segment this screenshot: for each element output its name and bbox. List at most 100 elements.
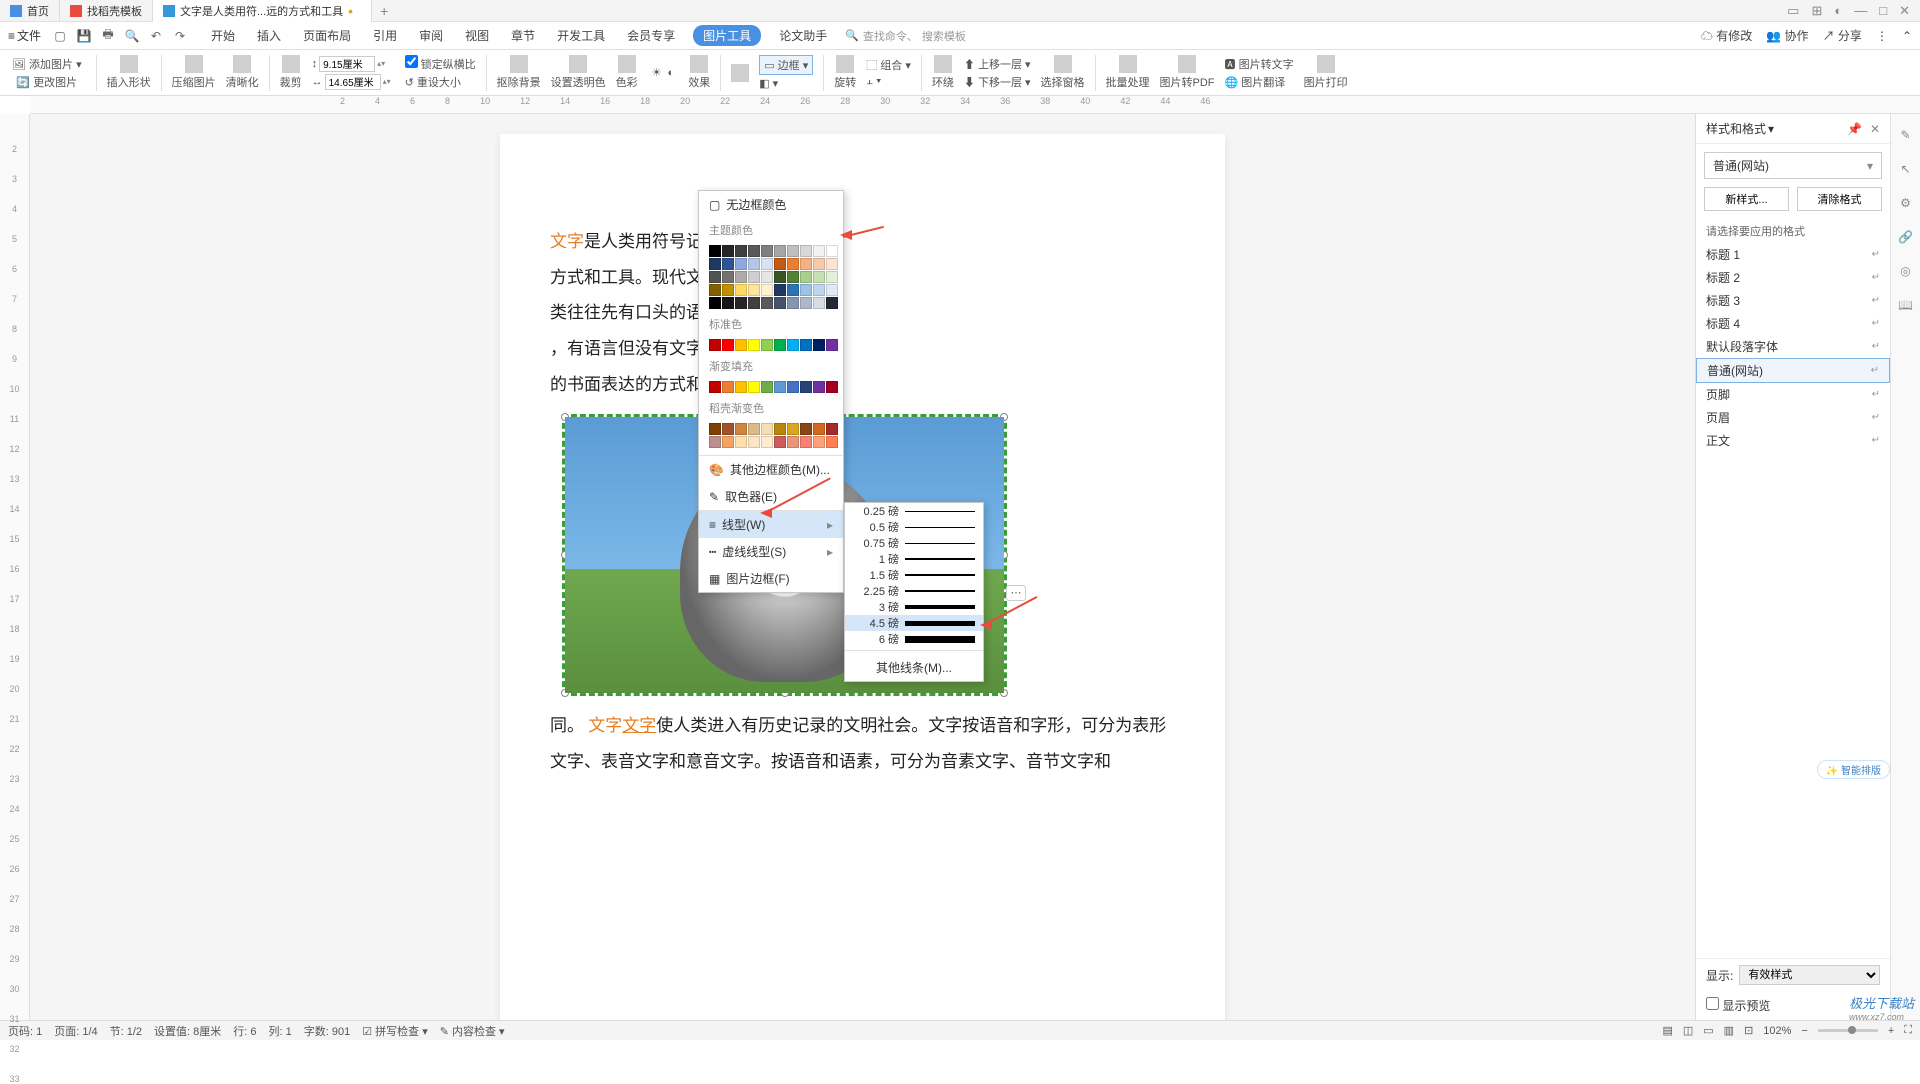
fullscreen-icon[interactable]: ⛶: [1904, 1024, 1912, 1037]
document-area[interactable]: 文字是人类用符号记录表达 方式和工具。现代文字大多是记 类往往先有口头的语言后产…: [30, 114, 1695, 1020]
color-swatch[interactable]: [709, 258, 721, 270]
color-swatch[interactable]: [826, 339, 838, 351]
color-swatch[interactable]: [761, 284, 773, 296]
more-icon[interactable]: ⋮: [1876, 29, 1888, 43]
weight-option[interactable]: 1.5 磅: [845, 567, 983, 583]
tab-templates[interactable]: 找稻壳模板: [60, 0, 153, 22]
weight-option[interactable]: 0.25 磅: [845, 503, 983, 519]
style-item[interactable]: 普通(网站)↵: [1696, 358, 1890, 383]
change-image-button[interactable]: 🔄 更改图片: [16, 74, 77, 90]
reset-size-button[interactable]: ↺ 重设大小: [405, 74, 476, 90]
link-icon[interactable]: 🔗: [1897, 228, 1915, 246]
status-page[interactable]: 页码: 1: [8, 1023, 42, 1039]
zoom-slider[interactable]: [1818, 1029, 1878, 1032]
effect-button[interactable]: 效果: [688, 55, 710, 90]
new-style-button[interactable]: 新样式...: [1704, 187, 1789, 211]
close-icon[interactable]: ✕: [1899, 3, 1910, 19]
pic-border-item[interactable]: ▦图片边框(F): [699, 565, 843, 592]
weight-option[interactable]: 1 磅: [845, 551, 983, 567]
view-read-icon[interactable]: ▥: [1724, 1024, 1734, 1037]
color-swatch[interactable]: [748, 245, 760, 257]
width-spinner[interactable]: ▴▾: [383, 77, 395, 86]
lock-ratio-checkbox[interactable]: 锁定纵横比: [405, 55, 476, 72]
color-swatch[interactable]: [787, 381, 799, 393]
color-swatch[interactable]: [735, 245, 747, 257]
color-swatch[interactable]: [800, 284, 812, 296]
transparency-button[interactable]: 设置透明色: [551, 55, 606, 90]
style-item[interactable]: 默认段落字体↵: [1696, 335, 1890, 358]
rotate-button[interactable]: 旋转: [834, 55, 856, 90]
insert-shape-button[interactable]: 插入形状: [107, 55, 151, 90]
color-swatch[interactable]: [761, 297, 773, 309]
color-swatch[interactable]: [709, 297, 721, 309]
zoom-value[interactable]: 102%: [1763, 1025, 1791, 1037]
pic-print-button[interactable]: 图片打印: [1304, 55, 1348, 90]
batch-button[interactable]: 批量处理: [1106, 55, 1150, 90]
settings-icon[interactable]: ⚙: [1897, 194, 1915, 212]
color-swatch[interactable]: [748, 436, 760, 448]
pencil-icon[interactable]: ✎: [1897, 126, 1915, 144]
color-swatch[interactable]: [813, 381, 825, 393]
color-swatch[interactable]: [709, 423, 721, 435]
color-swatch[interactable]: [826, 245, 838, 257]
color-swatch[interactable]: [774, 381, 786, 393]
color-swatch[interactable]: [826, 271, 838, 283]
color-swatch[interactable]: [722, 245, 734, 257]
grid-icon[interactable]: ⊞: [1811, 3, 1822, 19]
menu-paper[interactable]: 论文助手: [775, 25, 831, 46]
color-swatch[interactable]: [709, 271, 721, 283]
color-swatch[interactable]: [735, 436, 747, 448]
color-swatch[interactable]: [748, 423, 760, 435]
minimize-icon[interactable]: —: [1854, 3, 1867, 19]
weight-option[interactable]: 6 磅: [845, 631, 983, 647]
color-swatch[interactable]: [813, 284, 825, 296]
color-swatch[interactable]: [761, 423, 773, 435]
tab-document[interactable]: 文字是人类用符...远的方式和工具•: [153, 0, 372, 22]
style-item[interactable]: 标题 4↵: [1696, 312, 1890, 335]
color-swatch[interactable]: [722, 423, 734, 435]
menu-ref[interactable]: 引用: [369, 25, 401, 46]
color-swatch[interactable]: [722, 258, 734, 270]
menu-picture-tools[interactable]: 图片工具: [693, 25, 761, 46]
view-web-icon[interactable]: ▭: [1703, 1024, 1713, 1037]
to-pdf-button[interactable]: 图片转PDF: [1160, 55, 1215, 90]
color-swatch[interactable]: [787, 284, 799, 296]
color-swatch[interactable]: [774, 423, 786, 435]
weight-option[interactable]: 0.5 磅: [845, 519, 983, 535]
clear-format-button[interactable]: 清除格式: [1797, 187, 1882, 211]
layout-icon[interactable]: ▭: [1787, 3, 1799, 19]
maximize-icon[interactable]: □: [1879, 3, 1887, 19]
color-swatch[interactable]: [774, 271, 786, 283]
menu-review[interactable]: 审阅: [415, 25, 447, 46]
color-swatch[interactable]: [735, 423, 747, 435]
more-colors-item[interactable]: 🎨其他边框颜色(M)...: [699, 456, 843, 483]
color-swatch[interactable]: [774, 436, 786, 448]
user-avatar-icon[interactable]: ◐: [1834, 3, 1842, 19]
color-swatch[interactable]: [722, 436, 734, 448]
weight-option[interactable]: 4.5 磅: [845, 615, 983, 631]
cursor-icon[interactable]: ↖: [1897, 160, 1915, 178]
color-swatch[interactable]: [787, 339, 799, 351]
eyedropper-item[interactable]: ✎取色器(E): [699, 483, 843, 510]
save-icon[interactable]: 💾: [75, 27, 93, 45]
view-outline-icon[interactable]: ◫: [1683, 1024, 1693, 1037]
show-preview-checkbox[interactable]: 显示预览: [1706, 997, 1770, 1014]
color-swatch[interactable]: [735, 258, 747, 270]
remove-bg-button[interactable]: 抠除背景: [497, 55, 541, 90]
color-swatch[interactable]: [787, 436, 799, 448]
color-swatch[interactable]: [748, 258, 760, 270]
color-swatch[interactable]: [709, 381, 721, 393]
sharpen-button[interactable]: 清晰化: [226, 55, 259, 90]
up-layer-button[interactable]: ⬆ 上移一层 ▾: [964, 56, 1031, 72]
color-swatch[interactable]: [826, 436, 838, 448]
color-swatch[interactable]: [800, 339, 812, 351]
down-layer-button[interactable]: ⬇ 下移一层 ▾: [964, 74, 1031, 90]
color-button[interactable]: 色彩: [616, 55, 638, 90]
more-lines-item[interactable]: 其他线条(M)...: [845, 654, 983, 681]
color-swatch[interactable]: [826, 381, 838, 393]
zoom-in-icon[interactable]: +: [1888, 1025, 1894, 1037]
style-item[interactable]: 标题 1↵: [1696, 243, 1890, 266]
align-button[interactable]: ⫠ ▾: [866, 75, 911, 88]
color-swatch[interactable]: [787, 258, 799, 270]
status-spell[interactable]: ☑ 拼写检查 ▾: [362, 1023, 428, 1039]
